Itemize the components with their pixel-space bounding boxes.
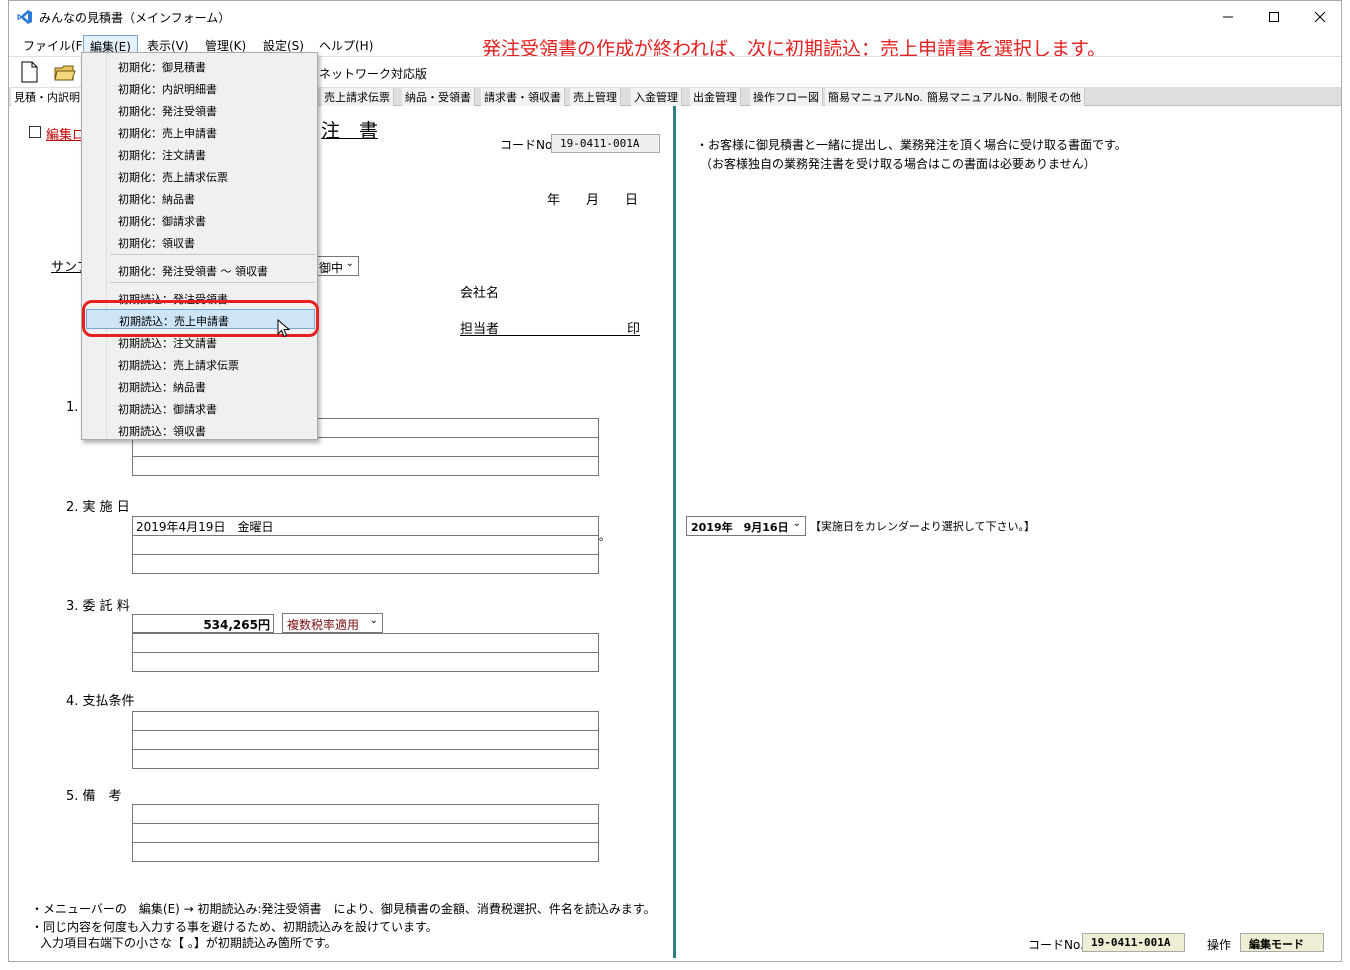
menu-item-init-sales-invoice[interactable]: 初期化：売上請求伝票 [108, 166, 317, 186]
menu-item-init-breakdown[interactable]: 初期化：内訳明細書 [108, 78, 317, 98]
date-label: 年 月 日 [547, 193, 639, 208]
menu-item-init-sales-application[interactable]: 初期化：売上申請書 [108, 122, 317, 142]
operation-mode-field: 編集モード [1240, 933, 1324, 952]
chevron-down-icon: ⌄ [792, 518, 801, 529]
tab-estimate[interactable]: 見積・内訳明 [11, 88, 84, 106]
section-5-row[interactable] [133, 843, 598, 862]
section-5-label: 5. 備 考 [66, 789, 122, 804]
company-label: 会社名 [460, 286, 500, 301]
code-field[interactable]: 19-0411-001A [551, 134, 660, 153]
section-3-label: 3. 委 託 料 [66, 599, 130, 614]
menu-item-init-receipt[interactable]: 初期化：領収書 [108, 232, 317, 252]
edit-checkbox[interactable] [29, 126, 41, 138]
tab-limits[interactable]: 制限その他 [1023, 88, 1085, 106]
edit-checkbox-label: 編集ロ [46, 128, 86, 143]
minimize-icon [1223, 16, 1233, 17]
code-label: コードNo. [500, 138, 556, 152]
seal-label: 印 [626, 322, 640, 337]
close-icon [1314, 11, 1326, 22]
menu-separator [110, 282, 315, 283]
tax-select[interactable]: 複数税率適用 ⌄ [282, 613, 383, 633]
section-3-row[interactable] [133, 634, 598, 653]
note-line-3: 入力項目右端下の小さな【 。】が初期読込み箇所です。 [40, 936, 337, 950]
section-5-box[interactable] [132, 804, 599, 862]
tab-manual2[interactable]: 簡易マニュアルNo.2 [924, 88, 1033, 106]
footer-code-field: 19-0411-001A [1082, 933, 1185, 952]
tab-delivery[interactable]: 納品・受領書 [402, 88, 475, 106]
note-line-1: ・メニューバーの 編集(E) → 初期読込み:発注受領書 により、御見積書の金額… [31, 902, 656, 916]
description-line-2: （お客様独自の業務発注書を受け取る場合はこの書面は必要ありません） [700, 157, 1096, 171]
edit-dropdown-menu: 初期化：御見積書 初期化：内訳明細書 初期化：発注受領書 初期化：売上申請書 初… [81, 52, 318, 440]
menu-item-init-range[interactable]: 初期化：発注受領書 ～ 領収書 [108, 260, 317, 280]
section-1-row[interactable] [133, 457, 598, 476]
menu-separator [110, 254, 315, 255]
calendar-date-value: 2019年 9月16日 [691, 521, 789, 534]
tab-flow[interactable]: 操作フロー図 [750, 88, 823, 106]
close-button[interactable] [1297, 1, 1341, 32]
calendar-hint: 【実施日をカレンダーより選択して下さい。】 [810, 520, 1035, 533]
section-4-row[interactable] [133, 750, 598, 769]
chevron-down-icon: ⌄ [345, 258, 354, 269]
section-5-row[interactable] [133, 805, 598, 824]
section-1-row[interactable] [133, 438, 598, 457]
section-2-row[interactable] [133, 555, 598, 574]
menu-item-init-invoice[interactable]: 初期化：御請求書 [108, 210, 317, 230]
section-2-box[interactable]: 2019年4月19日 金曜日 [132, 516, 599, 574]
chevron-down-icon: ⌄ [369, 615, 378, 626]
preload-marker[interactable]: 。 [599, 528, 610, 544]
menu-item-init-order-receipt[interactable]: 初期化：発注受領書 [108, 100, 317, 120]
visual-studio-icon [17, 10, 32, 24]
title-bar: みんなの見積書（メインフォーム） [9, 1, 1341, 32]
section-4-row[interactable] [133, 712, 598, 731]
section-4-row[interactable] [133, 731, 598, 750]
honorific-select[interactable]: 御中 ⌄ [314, 256, 359, 276]
tab-sales-mgmt[interactable]: 売上管理 [570, 88, 621, 106]
menu-item-load-receipt[interactable]: 初期読込：領収書 [108, 420, 317, 440]
section-3-box[interactable] [132, 633, 599, 672]
section-1-label: 1. [66, 400, 79, 415]
section-2-date[interactable]: 2019年4月19日 金曜日 [133, 517, 598, 536]
tab-manual1[interactable]: 簡易マニュアルNo.1 [825, 88, 934, 106]
menu-item-init-order-acceptance[interactable]: 初期化：注文請書 [108, 144, 317, 164]
tax-value: 複数税率適用 [287, 618, 360, 632]
window-title: みんなの見積書（メインフォーム） [39, 11, 231, 25]
person-field[interactable]: 担当者 印 [460, 318, 640, 337]
menu-item-init-delivery[interactable]: 初期化：納品書 [108, 188, 317, 208]
section-2-row[interactable] [133, 536, 598, 555]
menu-item-load-sales-invoice[interactable]: 初期読込：売上請求伝票 [108, 354, 317, 374]
maximize-button[interactable] [1251, 1, 1297, 32]
tab-sales-invoice[interactable]: 売上請求伝票 [321, 88, 394, 106]
person-label: 担当者 [460, 322, 500, 337]
edition-label: ネットワーク対応版 [319, 67, 428, 81]
section-5-row[interactable] [133, 824, 598, 843]
description-line-1: ・お客様に御見積書と一緒に提出し、業務発注を頂く場合に受け取る書面です。 [696, 138, 1127, 152]
new-document-icon [21, 61, 38, 83]
fee-amount-field[interactable]: 534,265円 [132, 614, 274, 633]
new-document-button[interactable] [17, 60, 41, 84]
section-3-row[interactable] [133, 653, 598, 672]
note-line-2: ・同じ内容を何度も入力する事を避けるため、初期読込みを設けています。 [31, 920, 438, 934]
section-4-box[interactable] [132, 711, 599, 769]
tab-receipts[interactable]: 入金管理 [631, 88, 682, 106]
operation-label: 操作 [1207, 938, 1232, 952]
help-pane: ・お客様に御見積書と一緒に提出し、業務発注を頂く場合に受け取る書面です。 （お客… [676, 106, 1341, 961]
tab-payments[interactable]: 出金管理 [690, 88, 741, 106]
menu-help[interactable]: ヘルプ(H) [313, 35, 379, 54]
mouse-cursor-icon [277, 319, 291, 338]
footer-code-label: コードNo. [1028, 938, 1084, 952]
menu-item-init-estimate[interactable]: 初期化：御見積書 [108, 56, 317, 76]
section-4-label: 4. 支払条件 [66, 694, 135, 709]
menu-item-load-delivery[interactable]: 初期読込：納品書 [108, 376, 317, 396]
open-folder-button[interactable] [53, 60, 77, 84]
tab-billing[interactable]: 請求書・領収書 [481, 88, 565, 106]
minimize-button[interactable] [1205, 1, 1251, 32]
honorific-value: 御中 [319, 261, 344, 275]
menu-gutter [82, 53, 107, 439]
menu-item-load-invoice[interactable]: 初期読込：御請求書 [108, 398, 317, 418]
document-title: 注 書 [321, 120, 379, 142]
calendar-date-picker[interactable]: 2019年 9月16日 ⌄ [686, 516, 806, 536]
section-2-label: 2. 実 施 日 [66, 500, 130, 515]
maximize-icon [1269, 11, 1279, 22]
open-folder-icon [54, 65, 76, 81]
